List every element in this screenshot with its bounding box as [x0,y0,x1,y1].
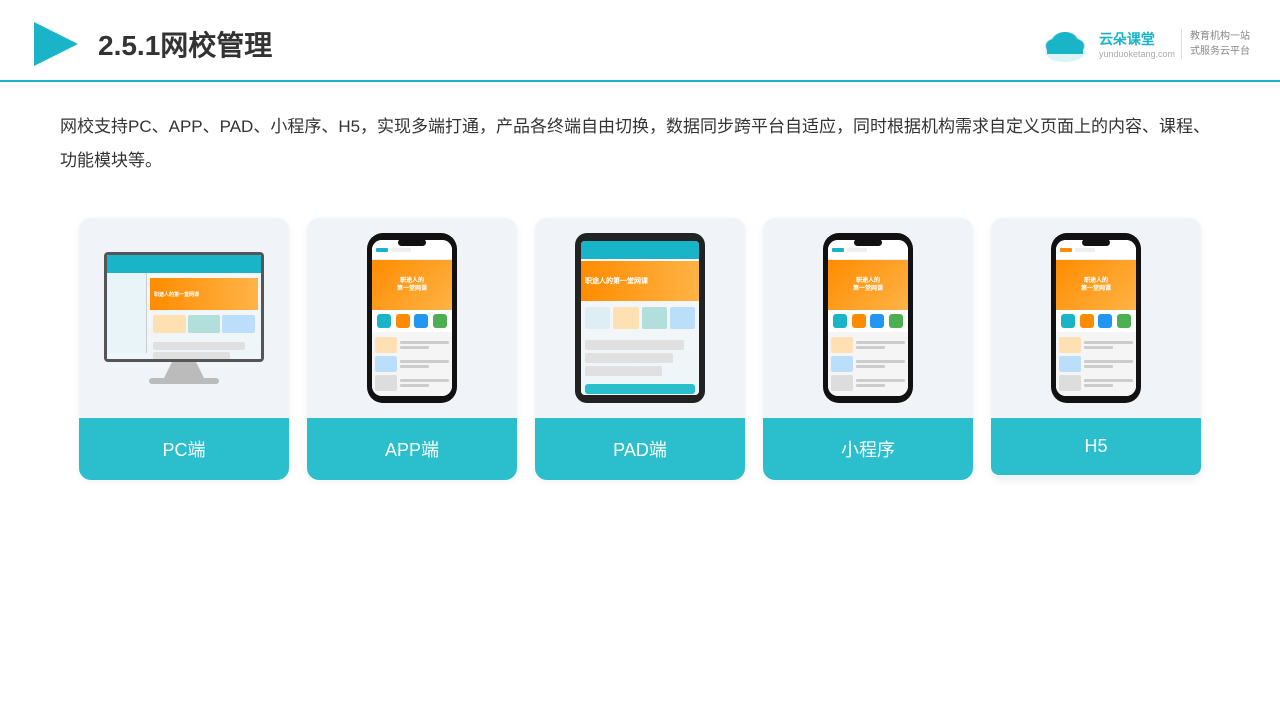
logo-tagline: 教育机构一站式服务云平台 [1181,29,1250,59]
card-app-label: APP端 [307,418,517,480]
pc-screen: 职途人的第一堂网课 [104,252,264,362]
logo-name: 云朵课堂 [1099,29,1175,49]
page-title: 2.5.1网校管理 [98,24,272,64]
card-pad: 职途人的第一堂网课 [535,218,745,480]
pad-frame: 职途人的第一堂网课 [575,233,705,403]
cloud-logo-icon [1037,24,1093,64]
play-icon [30,18,82,70]
app-device-mock: 职途人的第一堂网课 [367,233,457,403]
miniprogram-screen: 职途人的第一堂网课 [828,240,908,396]
card-pc-image: 职途人的第一堂网课 [79,218,289,418]
card-miniprogram-image: 职途人的第一堂网课 [763,218,973,418]
pad-screen: 职途人的第一堂网课 [581,241,699,395]
card-pc-label: PC端 [79,418,289,480]
card-miniprogram: 职途人的第一堂网课 [763,218,973,480]
card-miniprogram-label: 小程序 [763,418,973,480]
card-app-image: 职途人的第一堂网课 [307,218,517,418]
card-pad-image: 职途人的第一堂网课 [535,218,745,418]
h5-screen: 职途人的第一堂网课 [1056,240,1136,396]
card-pad-label: PAD端 [535,418,745,480]
card-app: 职途人的第一堂网课 [307,218,517,480]
logo-text-block: 云朵课堂 yunduoketang.com [1099,29,1175,59]
miniprogram-device-mock: 职途人的第一堂网课 [823,233,913,403]
card-h5-image: 职途人的第一堂网课 [991,218,1201,418]
cards-section: 职途人的第一堂网课 [0,188,1280,500]
logo-area: 云朵课堂 yunduoketang.com 教育机构一站式服务云平台 [1037,24,1250,64]
logo-sub: yunduoketang.com [1099,49,1175,59]
pc-device-mock: 职途人的第一堂网课 [104,252,264,384]
description-text: 网校支持PC、APP、PAD、小程序、H5，实现多端打通，产品各终端自由切换，数… [0,82,1280,188]
card-h5-label: H5 [991,418,1201,475]
card-h5: 职途人的第一堂网课 [991,218,1201,480]
h5-device-mock: 职途人的第一堂网课 [1051,233,1141,403]
app-phone-screen: 职途人的第一堂网课 [372,240,452,396]
pad-device-mock: 职途人的第一堂网课 [575,233,705,403]
card-pc: 职途人的第一堂网课 [79,218,289,480]
header-left: 2.5.1网校管理 [30,18,272,70]
page-header: 2.5.1网校管理 云朵课堂 yunduoketang.com 教育机构一站式服… [0,0,1280,82]
